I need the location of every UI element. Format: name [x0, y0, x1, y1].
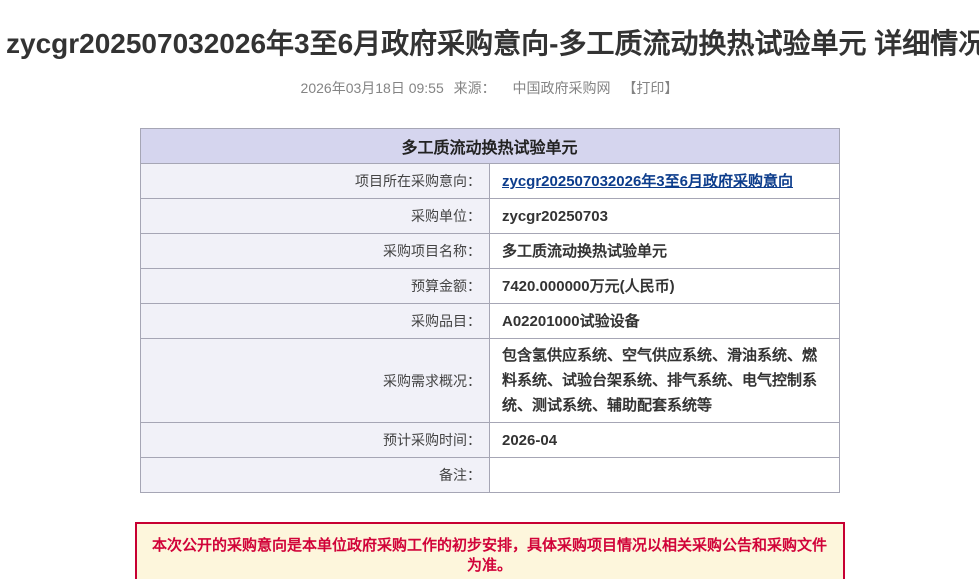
source-name: 中国政府采购网 — [513, 80, 611, 96]
procurement-detail-page: zycgr202507032026年3至6月政府采购意向-多工质流动换热试验单元… — [0, 0, 979, 579]
source-label: 来源： — [454, 80, 496, 96]
publish-datetime: 2026年03月18日 09:55 — [301, 80, 444, 96]
page-title: zycgr202507032026年3至6月政府采购意向-多工质流动换热试验单元… — [6, 26, 973, 62]
row-value — [490, 458, 840, 493]
row-value: A02201000试验设备 — [490, 304, 840, 339]
table-row: 项目所在采购意向： zycgr202507032026年3至6月政府采购意向 — [140, 164, 839, 199]
table-header-row: 多工质流动换热试验单元 — [140, 129, 839, 164]
row-label: 预算金额： — [140, 269, 490, 304]
procurement-intention-link[interactable]: zycgr202507032026年3至6月政府采购意向 — [502, 173, 793, 190]
row-label: 预计采购时间： — [140, 423, 490, 458]
table-row: 采购品目： A02201000试验设备 — [140, 304, 839, 339]
notice-text: 本次公开的采购意向是本单位政府采购工作的初步安排，具体采购项目情况以相关采购公告… — [152, 537, 827, 574]
detail-table: 多工质流动换热试验单元 项目所在采购意向： zycgr202507032026年… — [140, 128, 840, 493]
print-button[interactable]: 【打印】 — [622, 80, 678, 96]
table-row: 预算金额： 7420.000000万元(人民币) — [140, 269, 839, 304]
row-value: zycgr20250703 — [490, 199, 840, 234]
row-value: zycgr202507032026年3至6月政府采购意向 — [490, 164, 840, 199]
meta-line: 2026年03月18日 09:55 来源： 中国政府采购网 【打印】 — [0, 78, 979, 98]
row-label: 采购项目名称： — [140, 234, 490, 269]
table-row: 备注： — [140, 458, 839, 493]
notice-box: 本次公开的采购意向是本单位政府采购工作的初步安排，具体采购项目情况以相关采购公告… — [135, 522, 845, 579]
table-row: 预计采购时间： 2026-04 — [140, 423, 839, 458]
row-label: 采购需求概况： — [140, 339, 490, 423]
table-header-title: 多工质流动换热试验单元 — [140, 129, 839, 164]
table-row: 采购项目名称： 多工质流动换热试验单元 — [140, 234, 839, 269]
table-row: 采购单位： zycgr20250703 — [140, 199, 839, 234]
row-value: 多工质流动换热试验单元 — [490, 234, 840, 269]
row-label: 项目所在采购意向： — [140, 164, 490, 199]
row-value: 7420.000000万元(人民币) — [490, 269, 840, 304]
table-row: 采购需求概况： 包含氢供应系统、空气供应系统、滑油系统、燃料系统、试验台架系统、… — [140, 339, 839, 423]
row-label: 采购单位： — [140, 199, 490, 234]
row-label: 备注： — [140, 458, 490, 493]
row-label: 采购品目： — [140, 304, 490, 339]
row-value: 包含氢供应系统、空气供应系统、滑油系统、燃料系统、试验台架系统、排气系统、电气控… — [490, 339, 840, 423]
row-value: 2026-04 — [490, 423, 840, 458]
